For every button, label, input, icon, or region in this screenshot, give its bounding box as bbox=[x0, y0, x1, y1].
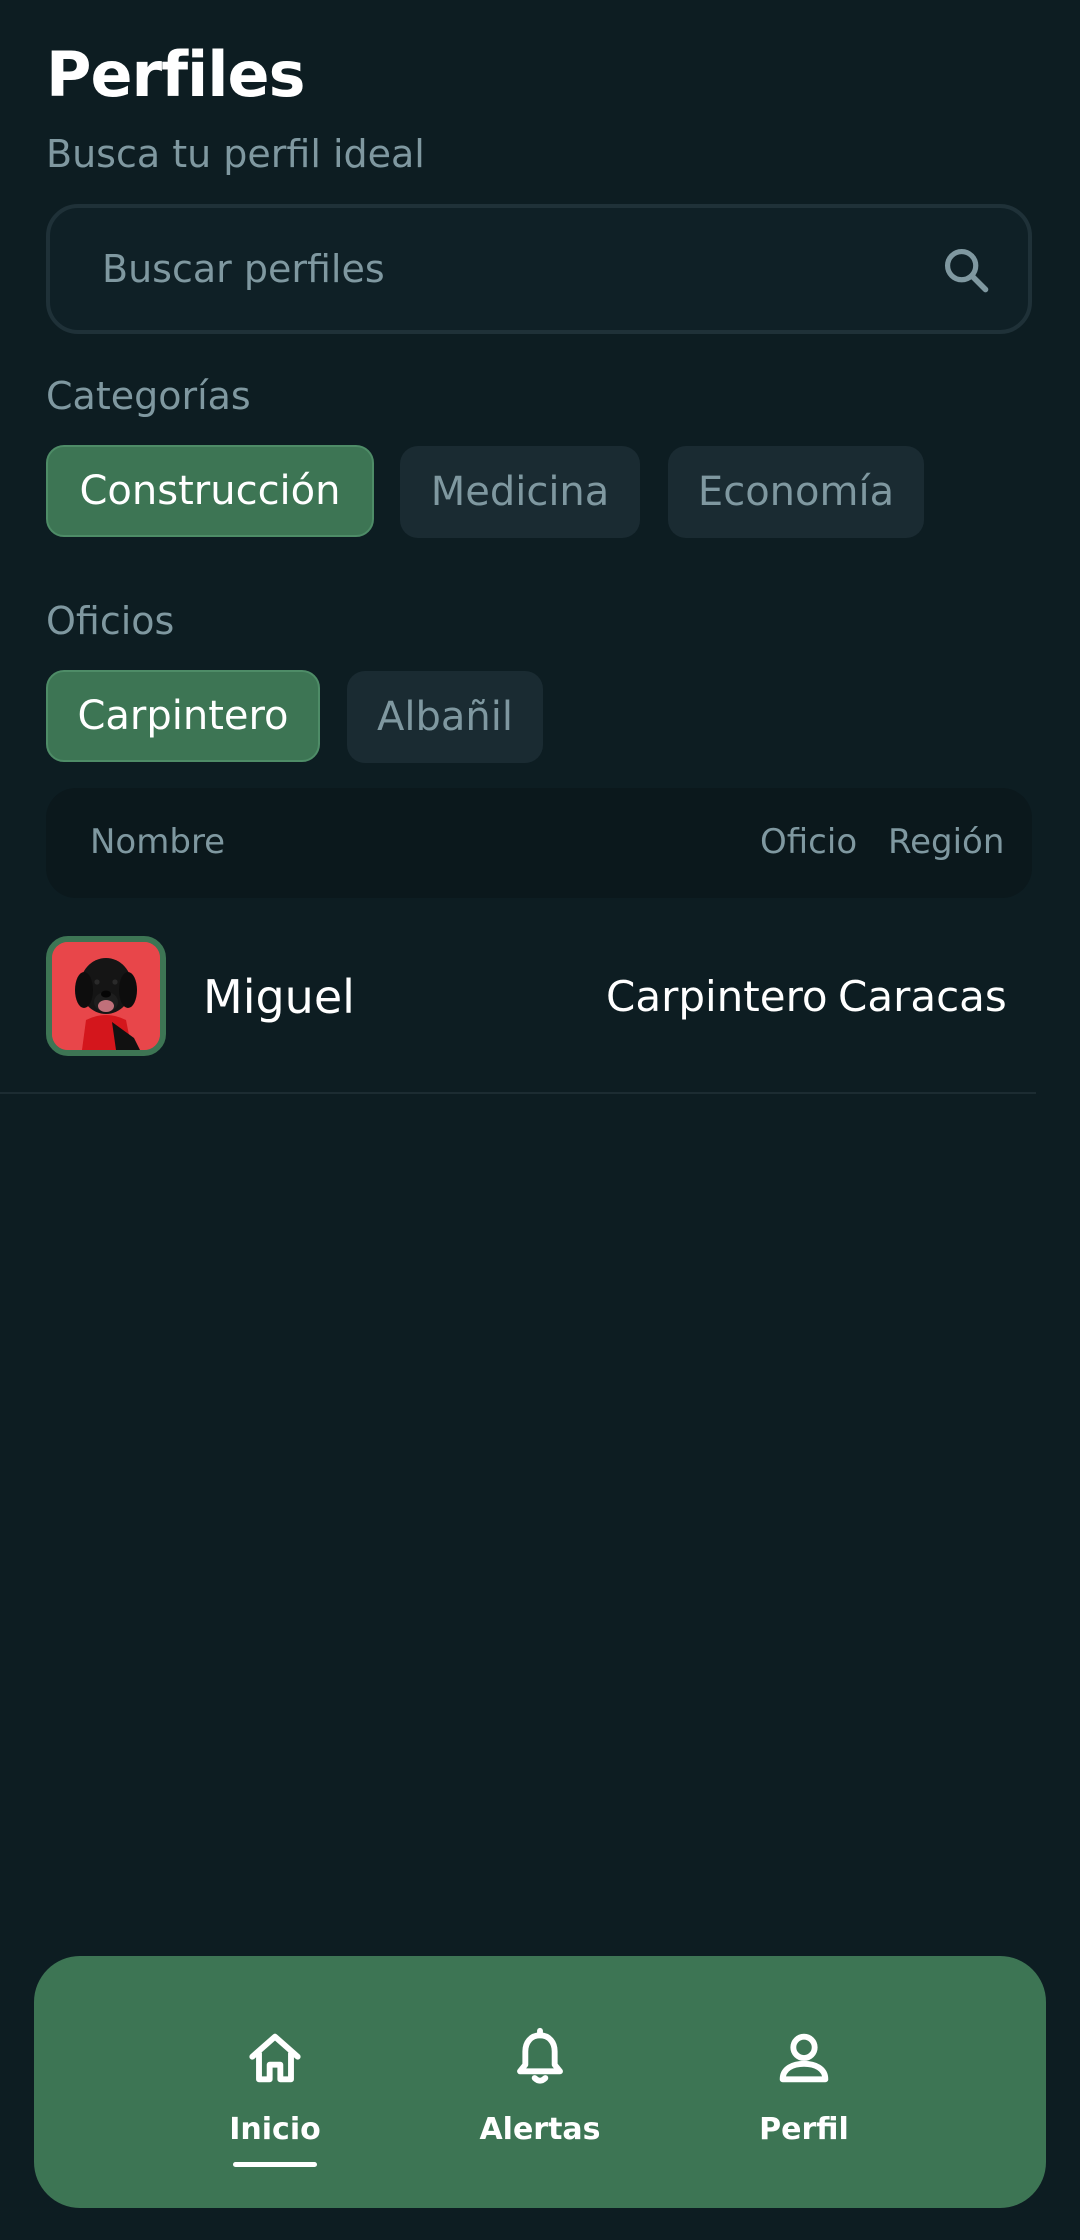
nav-item-inicio[interactable]: Inicio bbox=[175, 2026, 375, 2186]
profiles-screen: Perfiles Busca tu perfil ideal Categoría… bbox=[0, 0, 1080, 2240]
nav-label-perfil: Perfil bbox=[759, 2112, 849, 2147]
column-header-region: Región bbox=[888, 822, 1005, 862]
bell-icon bbox=[517, 2027, 563, 2084]
bottom-nav: Inicio Alertas Perfil bbox=[34, 1956, 1046, 2208]
chip-label: Construcción bbox=[79, 468, 341, 514]
row-trade: Carpintero bbox=[606, 972, 828, 1021]
column-header-name: Nombre bbox=[90, 822, 226, 862]
search-input[interactable] bbox=[102, 208, 862, 330]
nav-label-inicio: Inicio bbox=[229, 2112, 321, 2147]
chip-category-medicina[interactable]: Medicina bbox=[400, 446, 640, 538]
chip-label: Albañil bbox=[377, 694, 513, 740]
chip-trade-carpintero[interactable]: Carpintero bbox=[46, 670, 320, 762]
chip-category-construccion[interactable]: Construcción bbox=[46, 445, 374, 537]
trades-label: Oficios bbox=[46, 599, 175, 643]
column-header-trade: Oficio bbox=[760, 822, 858, 862]
search-bar[interactable] bbox=[46, 204, 1032, 334]
row-region: Caracas bbox=[838, 972, 1007, 1021]
page-subtitle: Busca tu perfil ideal bbox=[46, 132, 425, 176]
table-row[interactable]: Miguel Carpintero Caracas bbox=[0, 922, 1036, 1094]
categories-label: Categorías bbox=[46, 374, 251, 418]
chip-label: Medicina bbox=[430, 469, 610, 515]
page-title: Perfiles bbox=[46, 38, 305, 111]
chip-trade-albanil[interactable]: Albañil bbox=[347, 671, 543, 763]
row-name: Miguel bbox=[203, 970, 355, 1024]
table-header: Nombre Oficio Región bbox=[46, 788, 1032, 898]
chip-label: Carpintero bbox=[77, 693, 289, 739]
search-icon[interactable] bbox=[940, 244, 992, 296]
avatar bbox=[46, 936, 166, 1056]
nav-label-alertas: Alertas bbox=[479, 2112, 601, 2147]
home-icon bbox=[249, 2033, 301, 2083]
nav-item-perfil[interactable]: Perfil bbox=[704, 2026, 904, 2186]
person-icon bbox=[779, 2033, 829, 2083]
nav-item-alertas[interactable]: Alertas bbox=[440, 2026, 640, 2186]
chip-category-economia[interactable]: Economía bbox=[668, 446, 924, 538]
active-indicator bbox=[233, 2162, 317, 2167]
dog-photo-icon bbox=[52, 942, 160, 1050]
chip-label: Economía bbox=[697, 469, 895, 515]
